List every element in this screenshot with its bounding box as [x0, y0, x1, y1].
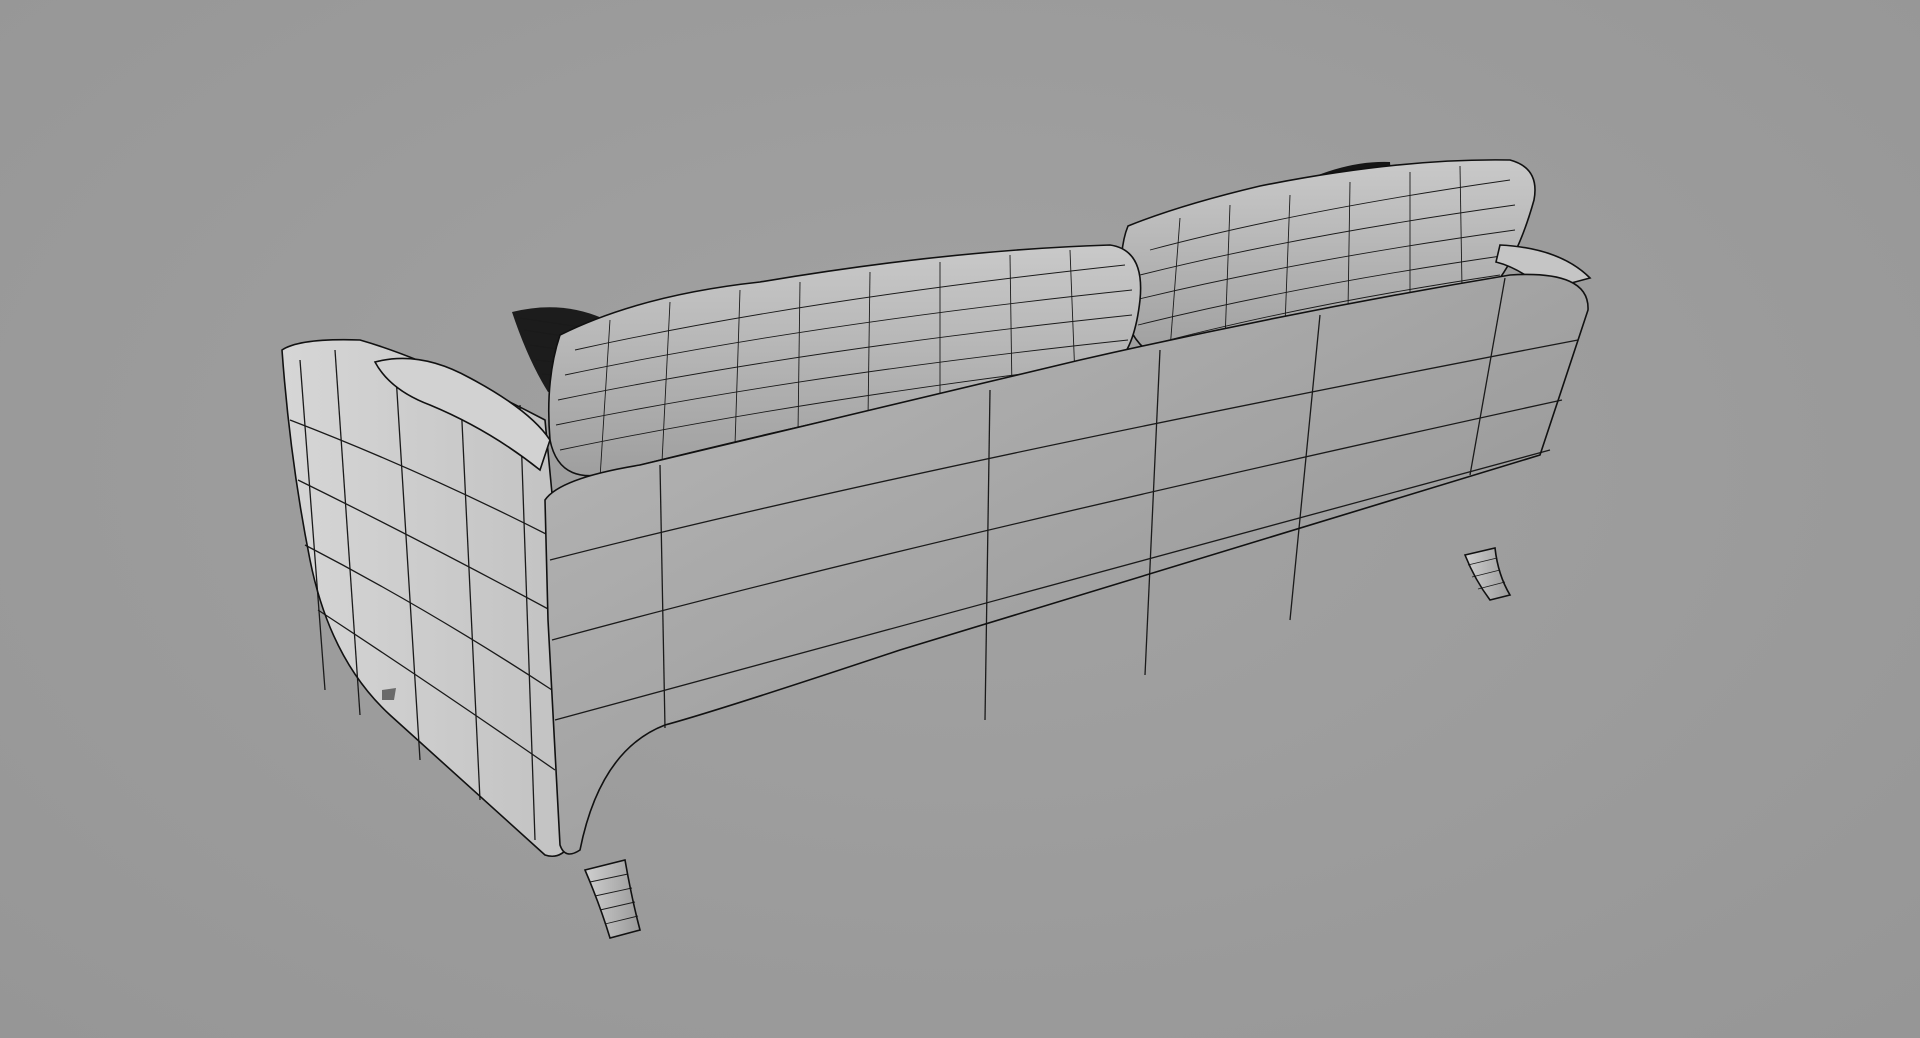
sofa-leg-front-right — [1463, 547, 1512, 601]
render-viewport — [0, 0, 1920, 1038]
sofa-leg-back-left — [382, 688, 396, 700]
sofa-leg-front-left — [583, 859, 641, 939]
sofa-wireframe-render — [281, 159, 1592, 939]
sofa-left-arm — [281, 338, 571, 858]
